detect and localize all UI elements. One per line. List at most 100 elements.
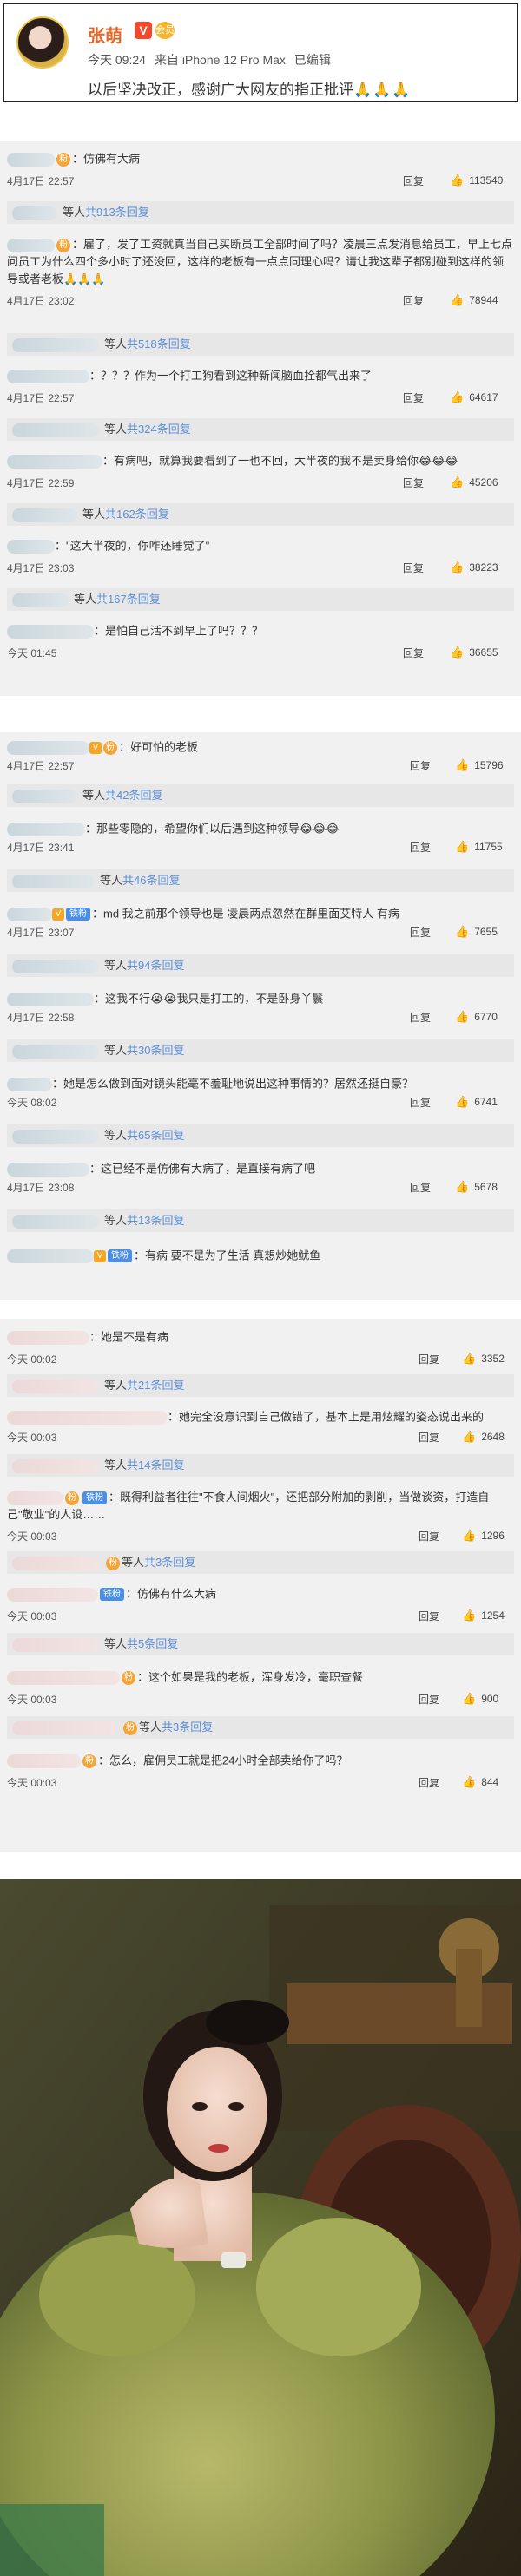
commenter-name[interactable] — [7, 1162, 89, 1177]
reply-button[interactable]: 回复 — [419, 1609, 439, 1623]
like-button[interactable]: 👍 7655 — [455, 925, 498, 939]
like-button[interactable]: 👍 2648 — [462, 1430, 505, 1444]
like-button[interactable]: 👍 6741 — [455, 1095, 498, 1109]
thumb-icon: 👍 — [450, 646, 465, 659]
commenter-name[interactable] — [7, 539, 55, 554]
commenter-name[interactable] — [7, 152, 55, 167]
reply-button[interactable]: 回复 — [403, 560, 424, 575]
reply-button[interactable]: 回复 — [410, 1095, 431, 1110]
commenter-name[interactable] — [7, 907, 52, 921]
reply-button[interactable]: 回复 — [410, 1180, 431, 1195]
reply-button[interactable]: 回复 — [419, 1692, 439, 1707]
like-button[interactable]: 👍 900 — [462, 1692, 498, 1706]
thumb-icon: 👍 — [462, 1609, 477, 1622]
spacer — [0, 696, 521, 732]
reply-button[interactable]: 回复 — [410, 840, 431, 855]
commenter-name[interactable] — [7, 1410, 168, 1425]
reply-button[interactable]: 回复 — [419, 1529, 439, 1544]
reply-summary[interactable]: 等人共913条回复 — [7, 201, 514, 224]
reply-button[interactable]: 回复 — [403, 174, 424, 188]
commenter-name[interactable] — [7, 238, 55, 252]
reply-summary[interactable]: 等人共518条回复 — [7, 333, 514, 356]
commenter-name[interactable] — [7, 1753, 81, 1768]
reply-summary[interactable]: 等人共5条回复 — [7, 1633, 514, 1655]
reply-button[interactable]: 回复 — [403, 390, 424, 405]
commenter-name[interactable] — [7, 454, 102, 469]
post-time: 今天 09:24 — [88, 53, 146, 67]
comment-date: 今天 00:03 — [7, 1531, 57, 1543]
fan-badge-icon: 粉 — [82, 1753, 96, 1768]
comment-date: 4月17日 22:58 — [7, 1012, 75, 1024]
like-button[interactable]: 👍 45206 — [450, 475, 498, 489]
comment-panel-3: ：她是不是有病 今天 00:02 回复 👍 3352 等人共21条回复 ：她完全没… — [0, 1319, 521, 1852]
reply-count: 共324条回复 — [127, 423, 191, 436]
commenter-name[interactable] — [7, 992, 94, 1006]
reply-button[interactable]: 回复 — [410, 758, 431, 773]
reply-summary[interactable]: 等人共13条回复 — [7, 1209, 514, 1232]
comment-date: 4月17日 23:08 — [7, 1182, 75, 1194]
reply-summary[interactable]: 等人共94条回复 — [7, 954, 514, 977]
post-edited[interactable]: 已编辑 — [294, 53, 331, 67]
reply-summary[interactable]: 等人共14条回复 — [7, 1454, 514, 1477]
like-button[interactable]: 👍 113540 — [450, 174, 503, 187]
like-button[interactable]: 👍 3352 — [462, 1352, 505, 1366]
like-button[interactable]: 👍 64617 — [450, 390, 498, 404]
commenter-name[interactable] — [7, 1330, 89, 1345]
like-button[interactable]: 👍 1296 — [462, 1529, 505, 1543]
comment-text: ：这个如果是我的老板，浑身发冷，毫职查餐 — [137, 1670, 364, 1684]
like-button[interactable]: 👍 6770 — [455, 1010, 498, 1024]
reply-button[interactable]: 回复 — [403, 475, 424, 490]
thumb-icon: 👍 — [455, 840, 470, 853]
reply-summary[interactable]: 等人共162条回复 — [7, 503, 514, 526]
comment-text: ：她是不是有病 — [89, 1330, 169, 1344]
reply-button[interactable]: 回复 — [419, 1352, 439, 1367]
post-photo[interactable] — [0, 1879, 521, 2576]
author-name[interactable]: 张萌 — [88, 22, 122, 47]
reply-button[interactable]: 回复 — [403, 293, 424, 308]
commenter-name[interactable] — [7, 1587, 98, 1602]
reply-summary[interactable]: 等人共324条回复 — [7, 418, 514, 441]
reply-summary[interactable]: 等人共167条回复 — [7, 588, 514, 611]
commenter-name[interactable] — [7, 624, 94, 639]
commenter-name[interactable] — [7, 1249, 94, 1263]
reply-summary[interactable]: 等人共42条回复 — [7, 784, 514, 807]
commenter-name[interactable] — [7, 822, 85, 836]
reply-summary[interactable]: 等人共30条回复 — [7, 1039, 514, 1062]
reply-summary[interactable]: 等人共21条回复 — [7, 1374, 514, 1397]
fan-badge-icon: 铁粉 — [66, 908, 90, 921]
commenter-name[interactable] — [7, 369, 89, 383]
comment-date: 4月17日 23:03 — [7, 562, 75, 574]
reply-summary[interactable]: 粉等人共3条回复 — [7, 1716, 514, 1739]
post-text: 以后坚决改正，感谢广大网友的指正批评🙏🙏🙏 — [88, 77, 412, 99]
like-button[interactable]: 👍 36655 — [450, 646, 498, 659]
vip-icon: V — [89, 741, 102, 754]
like-button[interactable]: 👍 1254 — [462, 1609, 505, 1622]
comment-text: ：有病吧，就算我要看到了一也不回，大半夜的我不是卖身给你😂😂😂 — [102, 454, 458, 468]
reply-button[interactable]: 回复 — [410, 1010, 431, 1025]
comment-date: 今天 00:02 — [7, 1354, 57, 1366]
like-button[interactable]: 👍 78944 — [450, 293, 498, 307]
commenter-name[interactable] — [7, 1491, 63, 1505]
like-button[interactable]: 👍 844 — [462, 1775, 498, 1789]
reply-count: 共46条回复 — [122, 874, 181, 887]
commenter-name[interactable] — [7, 1670, 120, 1685]
reply-summary[interactable]: 等人共46条回复 — [7, 869, 514, 892]
like-count: 11755 — [474, 841, 503, 853]
like-button[interactable]: 👍 15796 — [455, 758, 504, 772]
like-button[interactable]: 👍 5678 — [455, 1180, 498, 1194]
reply-button[interactable]: 回复 — [419, 1430, 439, 1445]
reply-summary[interactable]: 等人共65条回复 — [7, 1124, 514, 1147]
like-button[interactable]: 👍 38223 — [450, 560, 498, 574]
reply-button[interactable]: 回复 — [410, 925, 431, 940]
reply-button[interactable]: 回复 — [419, 1775, 439, 1790]
fan-badge-icon: 粉 — [123, 1721, 137, 1735]
commenter-name[interactable] — [7, 1077, 52, 1091]
commenter-name[interactable] — [7, 740, 89, 755]
author-avatar[interactable] — [16, 16, 69, 69]
like-button[interactable]: 👍 11755 — [455, 840, 503, 854]
reply-button[interactable]: 回复 — [403, 646, 424, 660]
fan-badge-icon: 粉 — [56, 152, 70, 167]
like-count: 78944 — [469, 294, 498, 306]
like-count: 2648 — [481, 1431, 505, 1443]
reply-summary[interactable]: 粉等人共3条回复 — [7, 1551, 514, 1574]
